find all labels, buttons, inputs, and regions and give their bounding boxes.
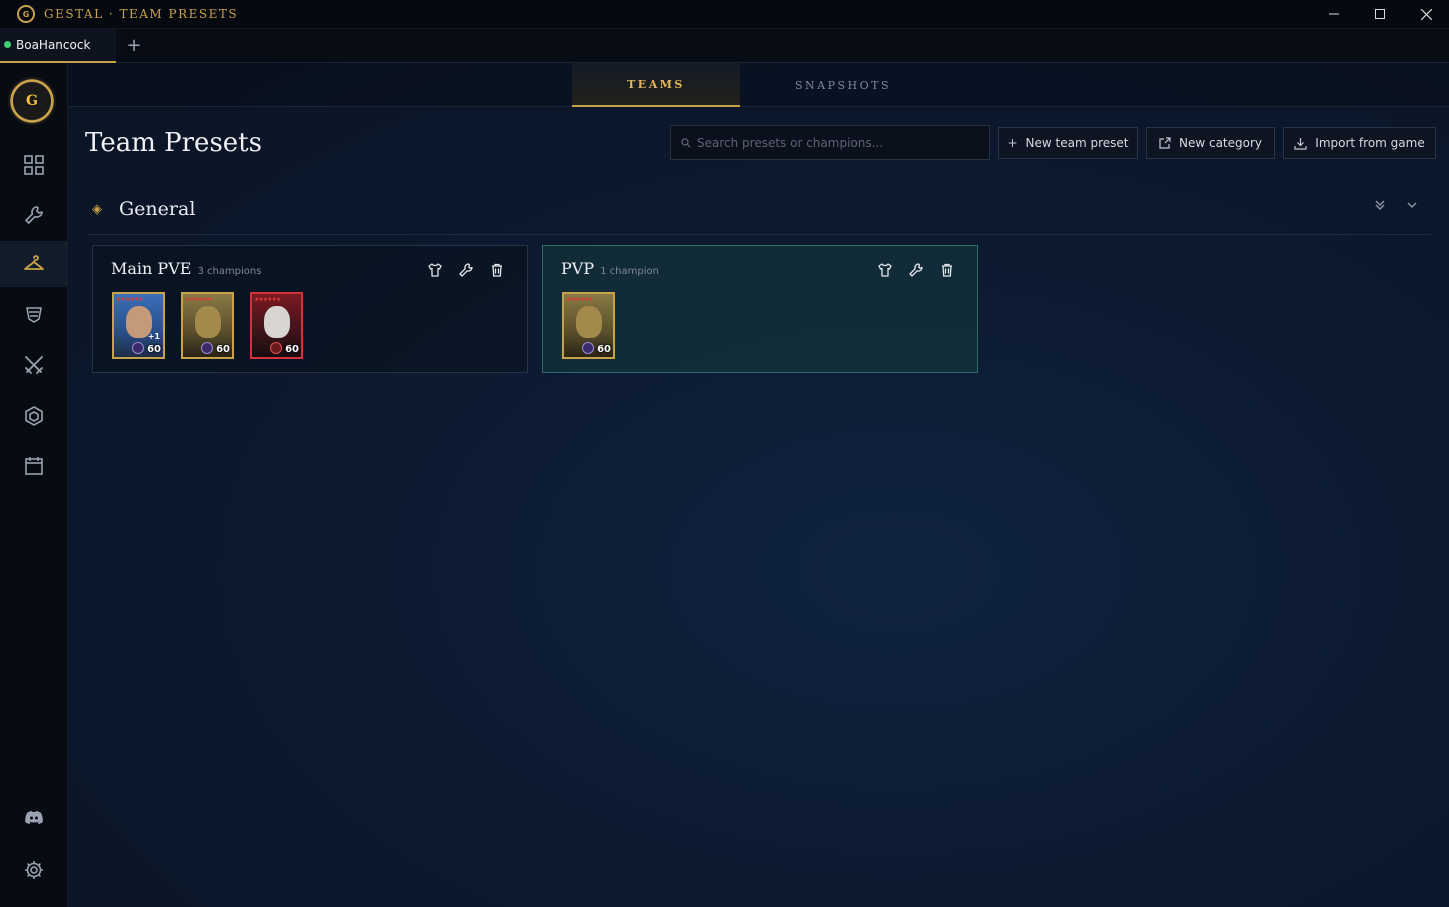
wrench-icon — [24, 206, 43, 224]
trash-icon — [492, 263, 502, 277]
champion-slot[interactable]: ★★★★★★ 60 — [250, 292, 303, 359]
preset-champion-count: 1 champion — [600, 266, 659, 277]
new-category-label: New category — [1178, 136, 1263, 150]
preset-name: PVP — [561, 259, 595, 278]
affinity-icon — [270, 342, 282, 354]
sidebar: G — [0, 63, 68, 907]
champion-slot[interactable]: ★★★★★★ 60 — [181, 292, 234, 359]
edit-preset-button[interactable] — [906, 260, 926, 280]
shirt-icon — [878, 263, 892, 277]
delete-preset-button[interactable] — [937, 260, 957, 280]
shirt-icon — [428, 263, 442, 277]
sidebar-item-clan[interactable] — [0, 393, 67, 439]
wrench-icon — [909, 263, 923, 277]
search-icon — [681, 137, 691, 147]
star-rank-icon: ★★★★★★ — [116, 296, 143, 303]
champion-level: 60 — [147, 344, 161, 355]
apply-preset-button[interactable] — [875, 260, 895, 280]
new-folder-icon — [1159, 137, 1171, 149]
app-logo-icon: G — [17, 5, 35, 23]
preset-card-pvp[interactable]: PVP 1 champion ★★★★★★ 60 — [542, 245, 978, 373]
hexagon-icon — [24, 406, 43, 426]
sidebar-item-calendar[interactable] — [0, 443, 67, 489]
preset-champion-count: 3 champions — [197, 266, 262, 277]
category-diamond-icon: ◈ — [92, 202, 102, 217]
gestal-logo-icon[interactable]: G — [8, 77, 56, 125]
new-team-preset-label: New team preset — [1025, 136, 1129, 150]
edit-preset-button[interactable] — [456, 260, 476, 280]
account-tab-bar: BoaHancock + — [0, 28, 1449, 63]
affinity-icon — [582, 342, 594, 354]
tab-teams[interactable]: TEAMS — [572, 63, 740, 107]
ascension-badge: +1 — [147, 332, 160, 341]
window-title: GESTAL · TEAM PRESETS — [44, 7, 239, 21]
add-account-tab-button[interactable]: + — [116, 29, 152, 63]
star-rank-icon: ★★★★★★ — [254, 296, 281, 303]
online-status-icon — [4, 41, 11, 48]
champion-portrait — [576, 306, 602, 338]
search-input[interactable] — [697, 135, 977, 150]
plus-icon: + — [1007, 136, 1018, 150]
search-box[interactable] — [670, 125, 990, 160]
new-team-preset-button[interactable]: + New team preset — [998, 127, 1138, 159]
champion-slot[interactable]: ★★★★★★ 60 — [562, 292, 615, 359]
import-from-game-label: Import from game — [1315, 136, 1425, 150]
discord-icon — [24, 811, 43, 824]
category-header: ◈ General — [88, 193, 1431, 235]
sidebar-item-tools[interactable] — [0, 192, 67, 238]
sidebar-item-settings[interactable] — [0, 847, 67, 893]
grid-icon — [23, 155, 44, 175]
champion-portrait — [264, 306, 290, 338]
collapse-all-icon[interactable] — [1370, 199, 1390, 219]
champion-portrait — [195, 306, 221, 338]
affinity-icon — [201, 342, 213, 354]
champion-level: 60 — [597, 344, 611, 355]
sidebar-item-battles[interactable] — [0, 342, 67, 388]
trash-icon — [942, 263, 952, 277]
sidebar-item-artifacts[interactable] — [0, 291, 67, 337]
wrench-icon — [459, 263, 473, 277]
delete-preset-button[interactable] — [487, 260, 507, 280]
view-tabs: TEAMS SNAPSHOTS — [68, 63, 1449, 107]
apply-preset-button[interactable] — [425, 260, 445, 280]
artifact-icon — [25, 307, 42, 323]
chevron-down-icon[interactable] — [1402, 199, 1422, 219]
page-title: Team Presets — [85, 128, 262, 158]
new-category-button[interactable]: New category — [1146, 127, 1275, 159]
title-bar: G GESTAL · TEAM PRESETS — [0, 0, 1449, 28]
category-title[interactable]: General — [119, 198, 195, 220]
sidebar-item-discord[interactable] — [0, 795, 67, 841]
champion-slot[interactable]: ★★★★★★ +1 60 — [112, 292, 165, 359]
sidebar-item-team-presets[interactable] — [0, 241, 67, 287]
affinity-icon — [132, 342, 144, 354]
tab-snapshots[interactable]: SNAPSHOTS — [758, 63, 928, 107]
champion-level: 60 — [285, 344, 299, 355]
main-content: TEAMS SNAPSHOTS Team Presets + New team … — [68, 63, 1449, 907]
preset-card-main-pve[interactable]: Main PVE 3 champions ★★★★★★ +1 60 ★★★★★★ — [92, 245, 528, 373]
account-name: BoaHancock — [16, 37, 91, 52]
import-from-game-button[interactable]: Import from game — [1283, 127, 1436, 159]
preset-name: Main PVE — [111, 259, 192, 278]
star-rank-icon: ★★★★★★ — [566, 296, 593, 303]
download-icon — [1294, 137, 1307, 150]
account-tab[interactable]: BoaHancock — [0, 28, 116, 63]
calendar-icon — [24, 457, 43, 475]
close-button[interactable] — [1403, 0, 1449, 28]
sidebar-item-dashboard[interactable] — [0, 142, 67, 188]
crossed-swords-icon — [24, 356, 43, 374]
star-rank-icon: ★★★★★★ — [185, 296, 212, 303]
minimize-button[interactable] — [1311, 0, 1357, 28]
gear-icon — [24, 861, 43, 879]
champion-level: 60 — [216, 344, 230, 355]
maximize-button[interactable] — [1357, 0, 1403, 28]
hanger-icon — [23, 255, 44, 270]
